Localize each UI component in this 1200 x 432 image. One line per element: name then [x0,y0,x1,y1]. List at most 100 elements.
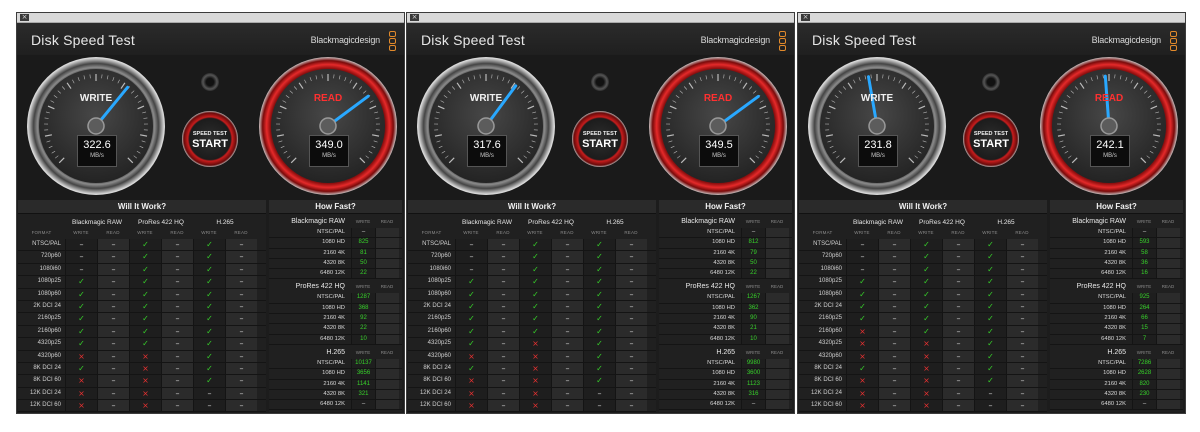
gauge-tick [826,111,831,114]
how-fast-body: Blackmagic RAW WRITE READ NTSC/PAL –1080 HD 8… [659,216,792,411]
dash-icon: – [878,338,910,350]
gauge-tick [137,105,145,110]
format-label: 2K DCI 24 [423,302,451,309]
format-row: 4320p25 × – × – ✓ – [799,338,1047,351]
resolution-label: 2160 4K [713,249,735,256]
dash-icon: – [225,325,257,338]
read-readout: 349.5 MB/s [699,135,739,167]
dash-icon: – [551,276,583,288]
write-fps-value: 1267 [741,293,765,303]
dash-icon: – [487,387,519,400]
speed-test-start-button[interactable]: SPEED TEST START [182,111,238,167]
format-rows: NTSC/PAL – – ✓ – ✓ –720p60– – ✓ – ✓ –1080i60– – ✓ – ✓ –1… [799,239,1047,413]
dash-icon: – [161,288,193,300]
settings-knob-icon[interactable] [201,73,219,91]
resolution-label: 2160 4K [323,315,345,322]
format-label: 1080i60 [429,265,451,272]
gauge-tick [898,79,901,84]
how-fast-row: 2160 4K 66 [1050,314,1183,325]
resolution-label: 4320 8K [713,325,735,332]
read-fps-value [375,389,399,400]
dash-icon: – [225,300,257,313]
check-icon: ✓ [910,325,942,338]
will-it-work-heading: Will It Work? [408,200,656,214]
write-fps-value: 264 [1132,303,1156,314]
dash-icon: – [455,251,487,263]
read-fps-value [765,248,789,258]
dash-icon: – [1006,400,1038,412]
settings-knob-icon[interactable] [982,73,1000,91]
cross-icon: × [846,338,878,350]
check-icon: ✓ [974,251,1006,263]
close-icon[interactable]: × [20,14,29,21]
brand-logo-icon [389,31,396,51]
format-row: 8K DCI 60 × – × – ✓ – [18,375,266,388]
app-header: Disk Speed Test Blackmagicdesign [17,23,404,55]
speed-test-start-button[interactable]: SPEED TEST START [963,111,1019,167]
write-fps-value: 316 [741,389,765,400]
read-gauge: READ 242.1 MB/s [1040,57,1178,195]
will-it-work-panel: Will It Work? Blackmagic RAW ProRes 422 … [408,200,656,413]
write-needle-hub [868,117,886,135]
resolution-label: 4320 8K [323,325,345,332]
format-row: 4320p60 × – × – ✓ – [18,350,266,363]
dash-icon: – [551,263,583,276]
gauge-tick [670,145,675,149]
how-fast-row: 6480 12K 22 [269,269,402,280]
screenshot-stage: × Disk Speed Test Blackmagicdesign WRITE… [0,0,1200,432]
dash-icon: – [97,239,129,251]
gauge-tick [1146,155,1150,159]
how-fast-codec-name: ProRes 422 HQ [1076,283,1126,291]
dash-icon: – [1006,239,1038,251]
gauge-tick [139,134,148,137]
dash-icon: – [551,300,583,313]
how-fast-row: 1080 HD 264 [1050,303,1183,315]
write-speed-value: 317.6 [473,139,501,151]
dash-icon: – [225,251,257,263]
write-column-header: WRITE [1136,284,1152,290]
gauge-tick [922,140,927,143]
format-row: 8K DCI 24 ✓ – × – ✓ – [799,362,1047,376]
dash-icon: – [161,350,193,362]
cross-icon: × [65,400,97,412]
close-icon[interactable]: × [801,14,810,21]
read-fps-value [375,269,399,279]
check-icon: ✓ [193,375,225,387]
gauge-tick [321,74,323,79]
format-label: 1080p25 [818,278,842,285]
check-icon: ✓ [846,288,878,300]
gauge-tick [759,105,767,110]
gauge-tick [441,150,446,154]
format-label: 2160p25 [37,315,61,322]
gauge-tick [669,105,677,110]
speed-test-start-button[interactable]: SPEED TEST START [572,111,628,167]
check-icon: ✓ [974,313,1006,325]
format-row: 8K DCI 60 × – × – ✓ – [799,375,1047,388]
read-fps-value [1156,303,1180,314]
how-fast-row: NTSC/PAL 925 [1050,293,1183,304]
gauge-tick [825,134,834,137]
how-fast-row: NTSC/PAL 10137 [269,358,402,370]
gauge-tick [133,155,137,159]
dash-icon: – [97,350,129,362]
dash-icon: – [1006,338,1038,350]
read-column-header: READ [887,230,901,235]
how-fast-codec-name: Blackmagic RAW [1072,218,1126,225]
close-icon[interactable]: × [410,14,419,21]
check-icon: ✓ [583,276,615,288]
format-label: 1080p25 [427,278,451,285]
gauge-tick [761,134,770,137]
cross-icon: × [519,387,551,400]
cross-icon: × [519,350,551,362]
how-fast-row: 1080 HD 2628 [1050,369,1183,380]
gauge-tick [127,157,134,164]
settings-knob-icon[interactable] [591,73,609,91]
dash-icon: – [551,387,583,400]
codec-header: Blackmagic RAW [462,219,512,226]
cross-icon: × [65,350,97,362]
format-label: 2K DCI 24 [814,302,842,309]
read-fps-value [375,334,399,344]
dash-icon: – [225,338,257,350]
write-column-header: WRITE [982,230,998,235]
gauge-tick [309,77,312,82]
